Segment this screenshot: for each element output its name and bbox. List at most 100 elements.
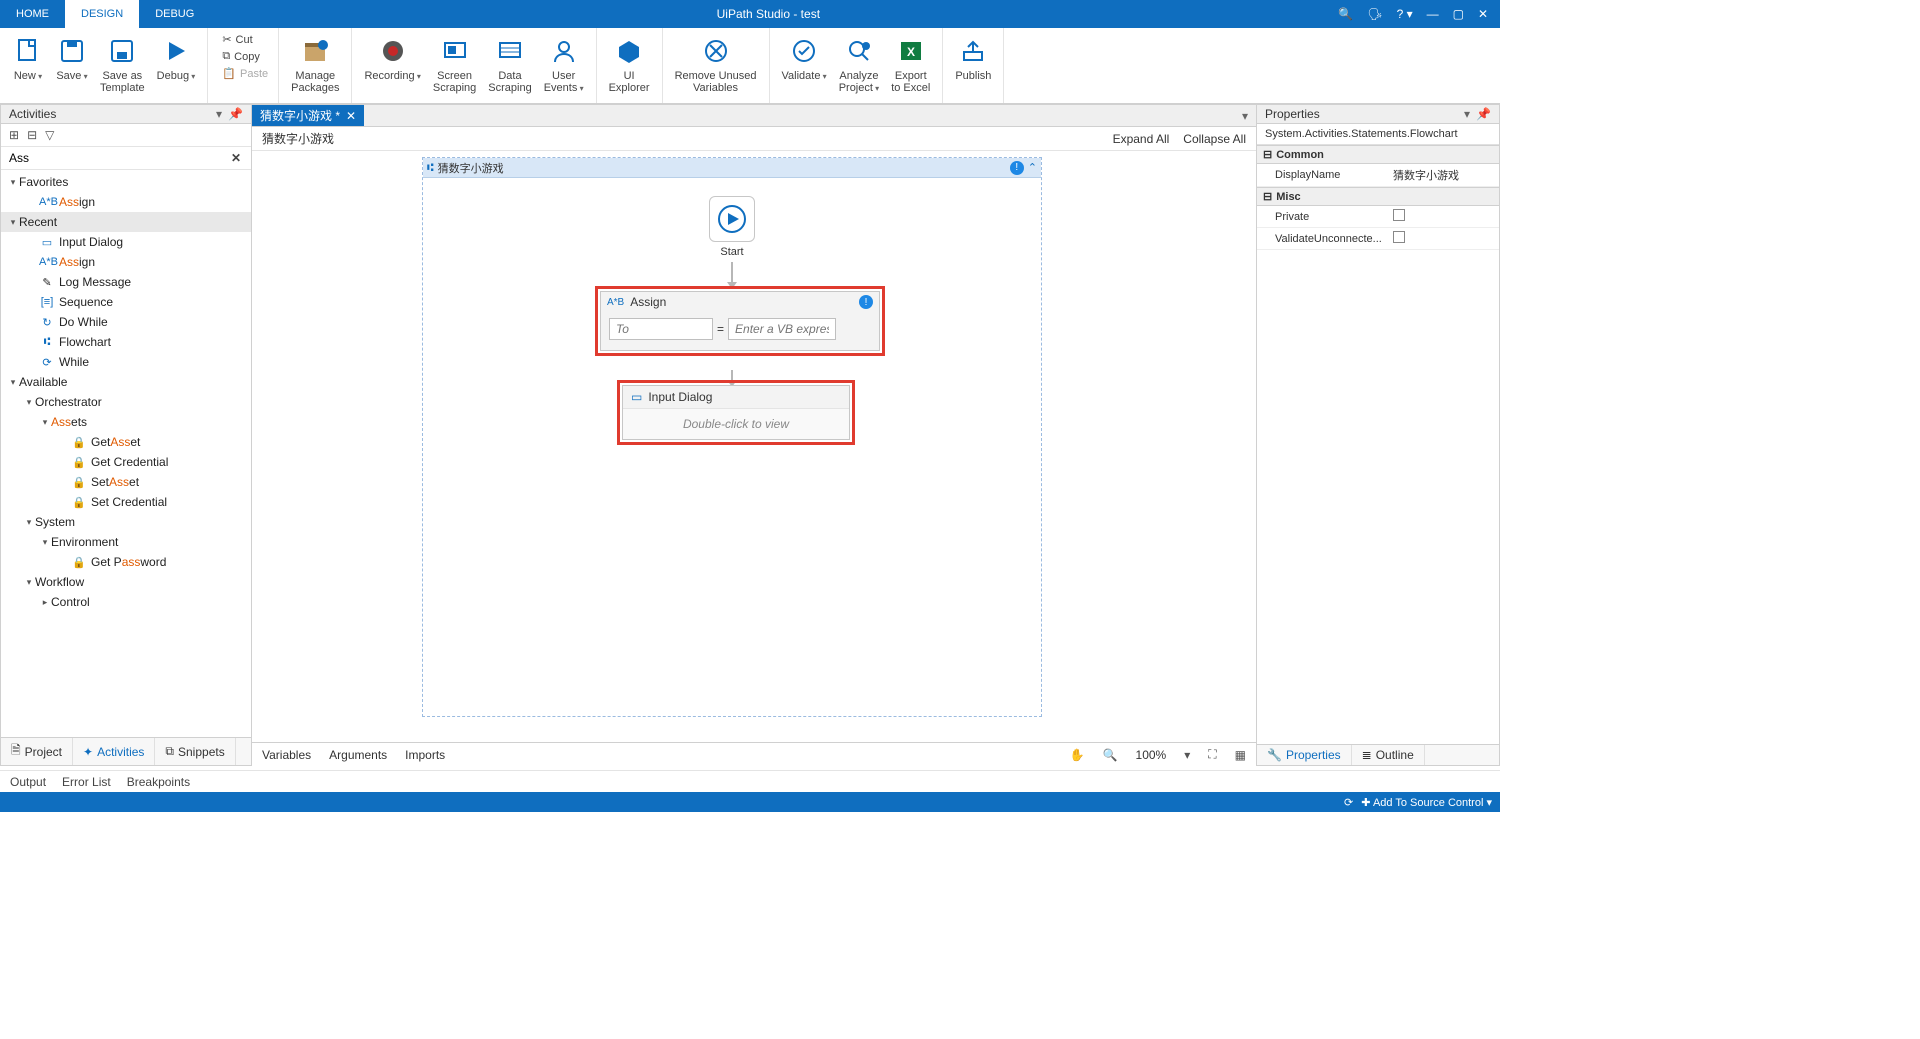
debug-button[interactable]: Debug [151,32,202,82]
tree-item-flowchart[interactable]: ⑆Flowchart [1,332,251,352]
output-tab[interactable]: Output [10,775,46,789]
tab-home[interactable]: HOME [0,0,65,28]
designer-canvas[interactable]: ⑆ 猜数字小游戏 !⌃ Start A*BAssign! = [252,151,1256,742]
tree-item-get-password[interactable]: 🔒Get Password [1,552,251,572]
fit-screen-icon[interactable]: ⛶ [1208,747,1216,762]
save-template-button[interactable]: Save as Template [94,32,151,94]
user-events-button[interactable]: User Events [538,32,590,94]
add-source-control[interactable]: ✚ Add To Source Control ▾ [1361,796,1492,809]
imports-tab[interactable]: Imports [405,748,445,762]
error-list-tab[interactable]: Error List [62,775,111,789]
search-icon[interactable]: 🔍 [1338,7,1353,21]
overview-icon[interactable]: ▦ [1235,748,1246,762]
minimize-icon[interactable]: — [1427,7,1439,21]
start-node[interactable]: Start [703,196,761,258]
analyze-project-button[interactable]: Analyze Project [833,32,886,94]
recording-button[interactable]: Recording [358,32,426,82]
document-tab[interactable]: 猜数字小游戏 *✕ [252,105,364,126]
save-button[interactable]: Save [50,32,94,82]
tree-item-assign-fav[interactable]: A*BAssign [1,192,251,212]
left-tab-snippets[interactable]: ⧉Snippets [155,738,235,765]
assign-to-input[interactable] [609,318,713,340]
feedback-icon[interactable]: 🗣 [1367,7,1382,21]
left-tab-project[interactable]: 🗎Project [1,738,73,765]
collapse-all-icon[interactable]: ⊟ [27,128,37,142]
right-tab-outline[interactable]: ≣Outline [1352,745,1425,765]
prop-display-name[interactable]: DisplayName猜数字小游戏 [1257,164,1499,187]
screen-scraping-button[interactable]: Screen Scraping [427,32,482,94]
expand-all-icon[interactable]: ⊞ [9,128,19,142]
tree-item-get-credential[interactable]: 🔒Get Credential [1,452,251,472]
tree-system[interactable]: ▾System [1,512,251,532]
validation-warning-icon[interactable]: ! [859,295,873,309]
tree-assets[interactable]: ▾Assets [1,412,251,432]
tree-item-while[interactable]: ⟳While [1,352,251,372]
assign-value-input[interactable] [728,318,836,340]
pan-icon[interactable]: ✋ [1070,748,1085,762]
collapse-icon[interactable]: ⌃ [1028,161,1037,175]
zoom-icon[interactable]: 🔍 [1103,748,1118,762]
paste-button[interactable]: 📋Paste [218,66,272,81]
tree-available[interactable]: ▾Available [1,372,251,392]
export-excel-button[interactable]: XExport to Excel [885,32,936,94]
tabs-dropdown-icon[interactable]: ▾ [1234,105,1256,126]
close-tab-icon[interactable]: ✕ [346,109,356,123]
remove-unused-button[interactable]: Remove Unused Variables [669,32,763,94]
copy-button[interactable]: ⧉Copy [218,49,272,64]
cut-button[interactable]: ✂Cut [218,32,272,47]
tree-control[interactable]: ▸Control [1,592,251,612]
tab-design[interactable]: DESIGN [65,0,139,28]
zoom-level[interactable]: 100% [1136,748,1167,762]
expand-all-link[interactable]: Expand All [1113,132,1170,146]
tree-recent[interactable]: ▾Recent [1,212,251,232]
tree-item-set-asset[interactable]: 🔒Set Asset [1,472,251,492]
tree-environment[interactable]: ▾Environment [1,532,251,552]
new-button[interactable]: New [6,32,50,82]
zoom-dropdown-icon[interactable]: ▾ [1184,748,1190,762]
left-tab-activities[interactable]: ✦Activities [73,738,155,765]
breadcrumb[interactable]: 猜数字小游戏 [262,130,334,147]
tree-item-log-message[interactable]: ✎Log Message [1,272,251,292]
tree-favorites[interactable]: ▾Favorites [1,172,251,192]
tree-workflow[interactable]: ▾Workflow [1,572,251,592]
panel-menu-icon[interactable]: ▾ [1464,107,1470,121]
filter-icon[interactable]: ▽ [45,128,54,142]
help-icon[interactable]: ? ▾ [1397,7,1413,21]
validate-unconnected-checkbox[interactable] [1393,231,1405,243]
tree-item-sequence[interactable]: [≡]Sequence [1,292,251,312]
variables-tab[interactable]: Variables [262,748,311,762]
prop-validate-unconnected[interactable]: ValidateUnconnecte... [1257,228,1499,250]
clear-search-icon[interactable]: ✕ [225,151,247,165]
right-tab-properties[interactable]: 🔧Properties [1257,745,1352,765]
breakpoints-tab[interactable]: Breakpoints [127,775,190,789]
manage-packages-button[interactable]: Manage Packages [285,32,345,94]
tree-item-assign[interactable]: A*BAssign [1,252,251,272]
tree-orchestrator[interactable]: ▾Orchestrator [1,392,251,412]
private-checkbox[interactable] [1393,209,1405,221]
input-dialog-activity[interactable]: ▭Input Dialog Double-click to view [617,380,855,445]
data-scraping-button[interactable]: Data Scraping [482,32,537,94]
close-icon[interactable]: ✕ [1478,7,1488,21]
category-common[interactable]: ⊟Common [1257,145,1499,164]
assign-activity[interactable]: A*BAssign! = [595,286,885,356]
category-misc[interactable]: ⊟Misc [1257,187,1499,206]
arguments-tab[interactable]: Arguments [329,748,387,762]
tree-item-get-asset[interactable]: 🔒Get Asset [1,432,251,452]
ui-explorer-button[interactable]: UI Explorer [603,32,656,94]
collapse-all-link[interactable]: Collapse All [1183,132,1246,146]
activities-search-input[interactable] [5,147,225,169]
prop-private[interactable]: Private [1257,206,1499,228]
tree-item-input-dialog[interactable]: ▭Input Dialog [1,232,251,252]
flowchart-container[interactable]: ⑆ 猜数字小游戏 !⌃ Start A*BAssign! = [422,157,1042,717]
panel-menu-icon[interactable]: ▾ [216,107,222,121]
publish-button[interactable]: Publish [949,32,997,82]
maximize-icon[interactable]: ▢ [1453,7,1464,21]
sync-icon[interactable]: ⟳ [1344,796,1353,809]
tree-item-do-while[interactable]: ↻Do While [1,312,251,332]
pin-icon[interactable]: 📌 [1476,107,1491,121]
tab-debug[interactable]: DEBUG [139,0,210,28]
warning-icon[interactable]: ! [1010,161,1024,175]
validate-button[interactable]: Validate [776,32,833,82]
pin-icon[interactable]: 📌 [228,107,243,121]
tree-item-set-credential[interactable]: 🔒Set Credential [1,492,251,512]
